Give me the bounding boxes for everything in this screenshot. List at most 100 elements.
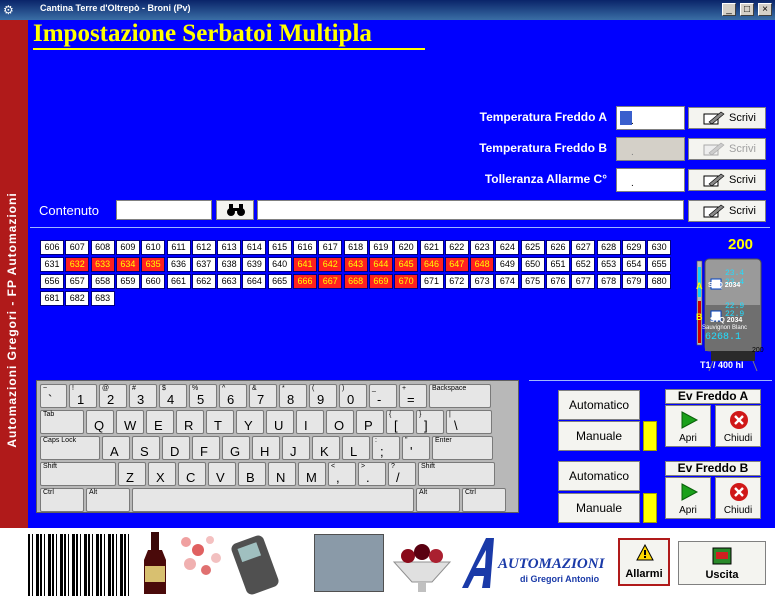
tank-cell[interactable]: 667	[318, 274, 343, 289]
keyboard-key[interactable]: P	[356, 410, 384, 434]
tank-cell[interactable]: 683	[90, 291, 115, 306]
automatico-a-button[interactable]: Automatico	[558, 390, 640, 420]
tank-cell[interactable]: 674	[495, 274, 520, 289]
tank-cell[interactable]: 677	[571, 274, 596, 289]
tank-cell[interactable]: 680	[647, 274, 672, 289]
tank-cell[interactable]: 669	[368, 274, 393, 289]
tank-cell[interactable]: 623	[470, 240, 495, 255]
keyboard-key[interactable]: + =	[399, 384, 427, 408]
tank-cell[interactable]: 627	[571, 240, 596, 255]
tank-cell[interactable]: 608	[90, 240, 115, 255]
tank-cell[interactable]: 611	[166, 240, 191, 255]
tank-cell[interactable]: 652	[571, 257, 596, 272]
keyboard-key[interactable]: >.	[358, 462, 386, 486]
keyboard-key[interactable]: Shift	[40, 462, 116, 486]
tank-cell[interactable]: 635	[141, 257, 166, 272]
tank-cell[interactable]: 682	[65, 291, 90, 306]
tank-cell[interactable]: 625	[520, 240, 545, 255]
keyboard-key[interactable]: Tab	[40, 410, 84, 434]
keyboard-key[interactable]: Shift	[418, 462, 495, 486]
keyboard-key[interactable]: :;	[372, 436, 400, 460]
tank-cell[interactable]: 650	[520, 257, 545, 272]
close-button[interactable]: ×	[758, 3, 772, 16]
tank-cell[interactable]: 666	[293, 274, 317, 289]
search-button[interactable]	[216, 200, 254, 220]
tank-cell[interactable]: 657	[65, 274, 90, 289]
keyboard-key[interactable]: _ -	[369, 384, 397, 408]
keyboard-key[interactable]: ^ 6	[219, 384, 247, 408]
tank-cell[interactable]: 619	[368, 240, 393, 255]
tank-cell[interactable]: 649	[495, 257, 520, 272]
tank-cell[interactable]: 607	[65, 240, 90, 255]
tank-cell[interactable]: 632	[65, 257, 90, 272]
tank-cell[interactable]: 645	[394, 257, 419, 272]
tank-cell[interactable]: 630	[647, 240, 672, 255]
minimize-button[interactable]: _	[722, 3, 736, 16]
keyboard-key[interactable]: I	[296, 410, 324, 434]
tank-cell[interactable]: 673	[470, 274, 495, 289]
keyboard-key[interactable]: Z	[118, 462, 146, 486]
tank-cell[interactable]: 614	[242, 240, 267, 255]
tank-cell[interactable]: 612	[191, 240, 216, 255]
keyboard-key[interactable]: ! 1	[69, 384, 97, 408]
tank-cell[interactable]: 653	[596, 257, 621, 272]
keyboard-key[interactable]: Y	[236, 410, 264, 434]
tank-cell[interactable]: 681	[40, 291, 64, 306]
scrivi-contenuto-button[interactable]: Scrivi	[688, 200, 766, 222]
tank-cell[interactable]: 610	[141, 240, 166, 255]
apri-b-button[interactable]: Apri	[665, 477, 711, 519]
tank-cell[interactable]: 621	[419, 240, 444, 255]
tank-cell[interactable]: 640	[267, 257, 292, 272]
tank-cell[interactable]: 643	[343, 257, 368, 272]
tank-cell[interactable]: 664	[242, 274, 267, 289]
keyboard-key[interactable]: Backspace	[429, 384, 491, 408]
keyboard-key[interactable]: Enter	[432, 436, 493, 460]
keyboard-key[interactable]: Ctrl	[462, 488, 506, 512]
tank-cell[interactable]: 651	[546, 257, 570, 272]
keyboard-key[interactable]: B	[238, 462, 266, 486]
tank-cell[interactable]: 672	[444, 274, 469, 289]
tank-cell[interactable]: 647	[444, 257, 469, 272]
tank-cell[interactable]: 628	[596, 240, 621, 255]
tank-cell[interactable]: 624	[495, 240, 520, 255]
tank-cell[interactable]: 634	[115, 257, 140, 272]
keyboard-key[interactable]: N	[268, 462, 296, 486]
keyboard-key[interactable]: {[	[386, 410, 414, 434]
contenuto-description-input[interactable]	[257, 200, 684, 220]
tank-cell[interactable]: 656	[40, 274, 64, 289]
keyboard-key[interactable]: ) 0	[339, 384, 367, 408]
keyboard-key[interactable]: V	[208, 462, 236, 486]
automatico-b-button[interactable]: Automatico	[558, 461, 640, 491]
keyboard-key[interactable]: D	[162, 436, 190, 460]
keyboard-key[interactable]: & 7	[249, 384, 277, 408]
tank-cell[interactable]: 665	[267, 274, 292, 289]
keyboard-key[interactable]: <,	[328, 462, 356, 486]
keyboard-key[interactable]	[132, 488, 414, 512]
tank-cell[interactable]: 671	[419, 274, 444, 289]
tank-cell[interactable]: 642	[318, 257, 343, 272]
keyboard-key[interactable]: Alt	[416, 488, 460, 512]
scrivi-temp-b-button[interactable]: Scrivi	[688, 138, 766, 160]
keyboard-key[interactable]: Ctrl	[40, 488, 84, 512]
keyboard-key[interactable]: O	[326, 410, 354, 434]
tank-cell[interactable]: 613	[217, 240, 242, 255]
tank-cell[interactable]: 676	[546, 274, 570, 289]
tank-cell[interactable]: 655	[647, 257, 672, 272]
contenuto-code-input[interactable]	[116, 200, 212, 220]
tank-cell[interactable]: 617	[318, 240, 343, 255]
tank-cell[interactable]: 660	[141, 274, 166, 289]
tank-cell[interactable]: 663	[217, 274, 242, 289]
keyboard-key[interactable]: W	[116, 410, 144, 434]
scrivi-tolleranza-button[interactable]: Scrivi	[688, 169, 766, 191]
keyboard-key[interactable]: " '	[402, 436, 430, 460]
allarmi-button[interactable]: Allarmi	[618, 538, 670, 586]
keyboard-key[interactable]: R	[176, 410, 204, 434]
temp-freddo-b-input[interactable]: .	[616, 137, 685, 161]
tank-cell[interactable]: 658	[90, 274, 115, 289]
tank-cell[interactable]: 638	[217, 257, 242, 272]
apri-a-button[interactable]: Apri	[665, 405, 711, 447]
chiudi-b-button[interactable]: Chiudi	[715, 477, 761, 519]
chiudi-a-button[interactable]: Chiudi	[715, 405, 761, 447]
manuale-a-button[interactable]: Manuale	[558, 421, 640, 451]
tank-cell[interactable]: 668	[343, 274, 368, 289]
